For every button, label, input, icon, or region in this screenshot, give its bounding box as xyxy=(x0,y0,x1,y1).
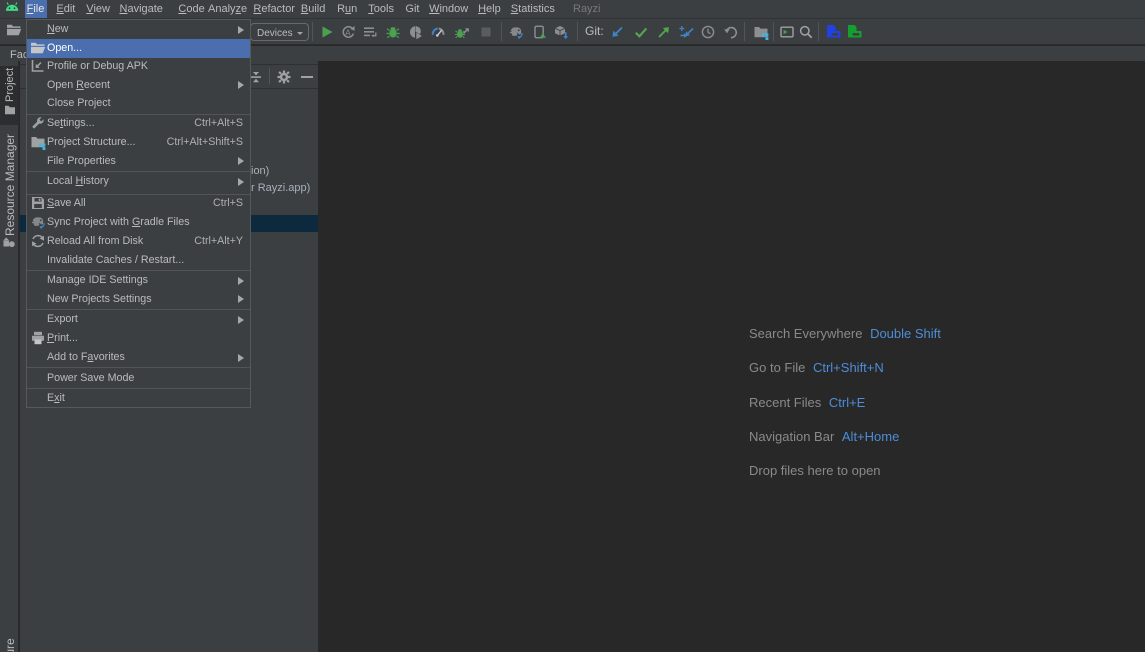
svg-text:A: A xyxy=(345,29,351,38)
